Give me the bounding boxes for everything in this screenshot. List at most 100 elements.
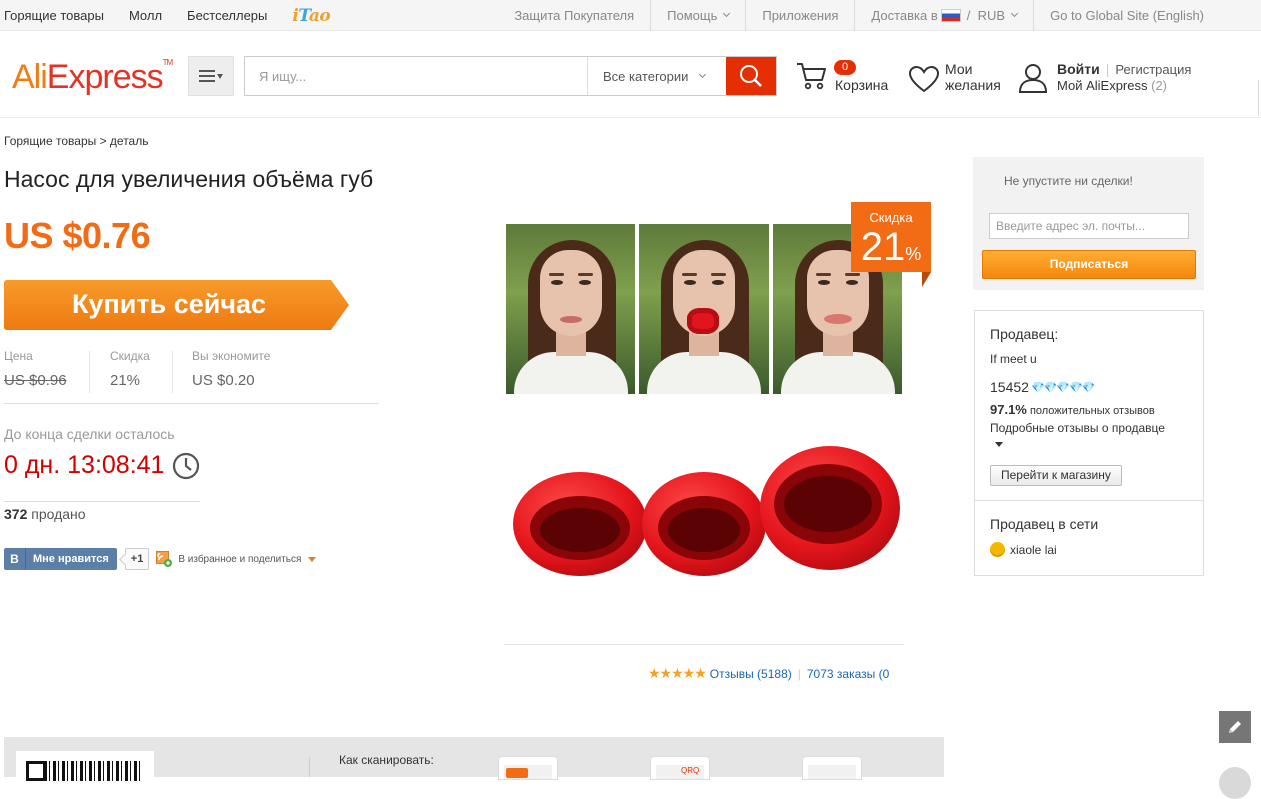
user-icon [1018,64,1048,93]
product-price: US $0.76 [4,215,151,256]
caret-down-icon[interactable] [308,556,317,562]
link-mall[interactable]: Молл [129,8,162,23]
search-button[interactable] [726,57,776,95]
seller-online-name: xiaole lai [1010,542,1057,557]
login-link[interactable]: Войти [1057,61,1100,77]
wishlist-label: Мои желания [945,61,1001,93]
face-photo-pumping [639,224,769,394]
reviews-link[interactable]: Отзывы (5188) [710,667,792,681]
cart-count-badge: 0 [834,60,856,75]
plus-one-button[interactable]: +1 [124,548,150,570]
phone-step-icon [802,756,862,780]
stat-price: Цена US $0.96 [4,349,67,395]
link-global-site[interactable]: Go to Global Site (English) [1033,0,1261,31]
ship-to-label: Доставка в [871,8,938,23]
divider [309,757,310,777]
positive-feedback: 97.1% положительных отзывов [990,402,1155,417]
top-bar: Горящие товары Молл Бестселлеры iTao Защ… [0,0,1261,31]
qr-code-icon [26,761,142,781]
header-edge-divider [1258,80,1259,116]
itao-logo[interactable]: iTao [292,6,330,26]
old-price: US $0.96 [4,372,67,389]
rating-separator: | [797,666,801,681]
face-photo-before [506,224,636,394]
pencil-icon [1229,721,1241,733]
product-image[interactable]: Скидка 21% [504,202,934,602]
link-hot-deals[interactable]: Горящие товары [4,8,104,23]
seller-chat-link[interactable]: xiaole lai [990,542,1057,557]
how-to-scan-label: Как сканировать: [339,753,434,767]
ship-to-dropdown[interactable]: Доставка в / RUB [854,0,1033,31]
discount-value: 21% [110,372,141,389]
orders-link[interactable]: 7073 заказы (0 [807,667,889,681]
breadcrumb[interactable]: Горящие товары > деталь [4,134,148,148]
vk-like-label: Мне нравится [33,553,109,565]
clock-icon [173,452,200,479]
countdown-timer: 0 дн. 13:08:41 [4,451,200,480]
categories-menu-button[interactable] [188,56,234,96]
header: AliExpressTM Все категории 0 Корзина Мо [0,31,1261,118]
chevron-down-icon [723,9,731,18]
aliexpress-logo[interactable]: AliExpressTM [12,58,173,97]
countdown-value: 0 дн. 13:08:41 [4,451,165,479]
go-to-store-button[interactable]: Перейти к магазину [990,465,1122,486]
link-apps[interactable]: Приложения [745,0,854,31]
seller-heading: Продавец: [990,326,1059,342]
feedback-edit-button[interactable] [1219,711,1251,743]
category-select-label: Все категории [603,68,689,84]
chevron-down-icon [1011,9,1019,18]
savings-label: Вы экономите [192,349,271,363]
link-bestsellers[interactable]: Бестселлеры [187,8,267,23]
register-link[interactable]: Регистрация [1115,62,1191,77]
favorite-share-link[interactable]: В избранное и поделиться [178,554,301,565]
stat-discount: Скидка 21% [110,349,150,395]
before-after-photos [506,224,902,394]
russia-flag-icon [940,9,961,22]
seller-score-value: 15452 [990,379,1029,395]
seller-feedback-link[interactable]: Подробные отзывы о продавце [990,421,1165,435]
seller-score: 15452 💎💎💎💎💎 [990,379,1095,395]
vk-like-button[interactable]: B Мне нравится [4,548,117,570]
category-select[interactable]: Все категории [587,57,726,95]
seller-name-link[interactable]: If meet u [990,352,1037,366]
search-input[interactable] [245,57,587,95]
stat-savings: Вы экономите US $0.20 [192,349,270,395]
email-field[interactable] [989,213,1189,239]
currency-sep: / [966,8,971,23]
buy-now-button[interactable]: Купить сейчас [4,280,349,330]
discount-tag-label: Скидка [869,210,913,225]
share-icon [156,551,173,567]
currency-label: RUB [977,8,1006,23]
social-share: B Мне нравится +1 В избранное и поделить… [4,547,317,571]
cart-icon [797,63,826,90]
my-aliexpress-link[interactable]: Мой AliExpress (2) [1057,78,1167,93]
subscribe-button[interactable]: Подписаться [982,250,1196,279]
countdown-label: До конца сделки осталось [4,426,175,442]
sold-count: 372 продано [4,506,86,522]
help-label: Помощь [667,8,718,23]
link-buyer-protection[interactable]: Защита Покупателя [498,0,650,31]
discount-label: Скидка [110,349,150,363]
divider [172,351,173,393]
help-dropdown[interactable]: Помощь [650,0,745,31]
search-icon [740,65,762,87]
rating-summary: ★★★★★ Отзывы (5188) | 7073 заказы (0 [648,665,889,682]
caret-down-icon[interactable] [995,442,1003,447]
top-bar-left: Горящие товары Молл Бестселлеры iTao [4,0,331,31]
divider [4,501,200,502]
heart-icon [908,65,940,93]
back-to-top-button[interactable] [1219,767,1251,799]
top-bar-right: Защита Покупателя Помощь Приложения Дост… [498,0,1261,31]
hamburger-icon [199,70,215,82]
product-title: Насос для увеличения объёма губ [4,166,374,192]
price-stats: Цена US $0.96 Скидка 21% Вы экономите US… [4,349,379,404]
divider [975,500,1203,501]
diamond-icon: 💎💎💎💎💎 [1030,381,1095,394]
phone-step-icon [498,756,558,780]
divider [89,351,90,393]
search-bar: Все категории [244,56,777,96]
subscribe-box: Не упустите ни сделки! Подписаться [973,157,1204,290]
discount-tag-value: 21% [860,225,922,269]
cart-button[interactable]: 0 Корзина [796,60,896,97]
chevron-down-icon [699,70,707,78]
